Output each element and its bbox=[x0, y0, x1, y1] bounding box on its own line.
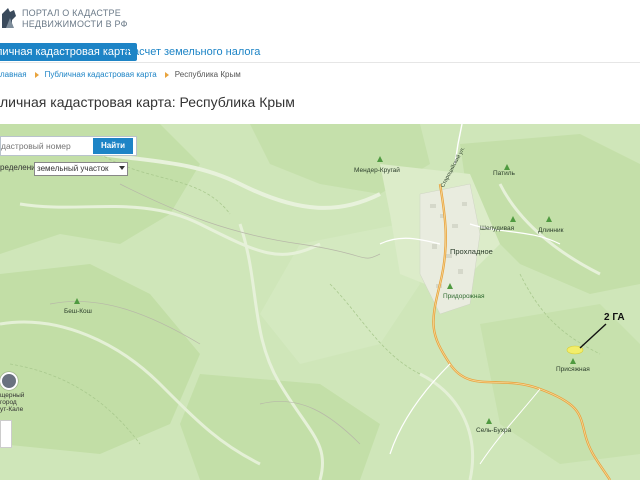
breadcrumb-section[interactable]: Публичная кадастровая карта bbox=[45, 70, 157, 79]
page-title: личная кадастровая карта: Республика Кры… bbox=[0, 94, 295, 110]
map-zoom-controls[interactable] bbox=[0, 420, 12, 448]
object-type-select[interactable]: земельный участок bbox=[34, 162, 128, 176]
place-label-prisyazhnaya: Присяжная bbox=[556, 366, 590, 373]
place-label-mender-krugay: Мендер-Кругай bbox=[354, 167, 400, 174]
poi-label-line-2: город bbox=[0, 399, 17, 406]
breadcrumb: лавная Публичная кадастровая карта Республ… bbox=[0, 70, 241, 79]
tab-land-tax[interactable]: Расчет земельного налога bbox=[126, 43, 260, 61]
cadastral-search: Найти bbox=[0, 136, 137, 156]
tab-cadastral-map-label: личная кадастровая карта bbox=[0, 46, 131, 58]
place-label-sholudivaya: Шелудивая bbox=[480, 225, 515, 232]
breadcrumb-separator-icon bbox=[34, 71, 39, 78]
poi-photo-marker[interactable] bbox=[0, 372, 18, 390]
place-label-prokhladnoe: Прохладное bbox=[450, 247, 493, 256]
poi-label-line-1: щерный bbox=[0, 392, 25, 399]
cadastral-number-input[interactable] bbox=[1, 137, 91, 155]
logo-text[interactable]: ПОРТАЛ О КАДАСТРЕ НЕДВИЖИМОСТИ В РФ bbox=[22, 8, 128, 30]
chevron-down-icon bbox=[119, 166, 125, 170]
header: ПОРТАЛ О КАДАСТРЕ НЕДВИЖИМОСТИ В РФ bbox=[0, 0, 640, 40]
place-label-selbukhra: Сель-Бухра bbox=[476, 427, 512, 434]
area-annotation: 2 ГА bbox=[604, 312, 625, 323]
logo-line-1: ПОРТАЛ О КАДАСТРЕ bbox=[22, 8, 121, 18]
object-type-selected: земельный участок bbox=[37, 164, 109, 173]
poi-label: щерный город ут-Кале bbox=[0, 392, 24, 413]
main-nav: личная кадастровая карта Расчет земельно… bbox=[0, 42, 640, 63]
breadcrumb-home[interactable]: лавная bbox=[0, 70, 27, 79]
poi-label-line-3: ут-Кале bbox=[0, 406, 24, 413]
logo-line-2: НЕДВИЖИМОСТИ В РФ bbox=[22, 19, 128, 29]
place-label-dlinnik: Длинник bbox=[538, 227, 564, 234]
place-label-besh-kosh: Беш-Кош bbox=[64, 308, 92, 315]
breadcrumb-separator-icon bbox=[164, 71, 169, 78]
tab-cadastral-map[interactable]: личная кадастровая карта bbox=[0, 43, 137, 61]
breadcrumb-current: Республика Крым bbox=[174, 70, 241, 79]
map-canvas[interactable] bbox=[0, 124, 640, 480]
logo-icon[interactable] bbox=[0, 6, 20, 30]
cadastral-map[interactable]: Мендер-Кругай Патиль Шелудивая Длинник П… bbox=[0, 124, 640, 480]
place-label-patil: Патиль bbox=[493, 170, 515, 177]
search-button[interactable]: Найти bbox=[93, 138, 133, 154]
place-label-pridorozhnaya: Придорожная bbox=[443, 293, 485, 300]
